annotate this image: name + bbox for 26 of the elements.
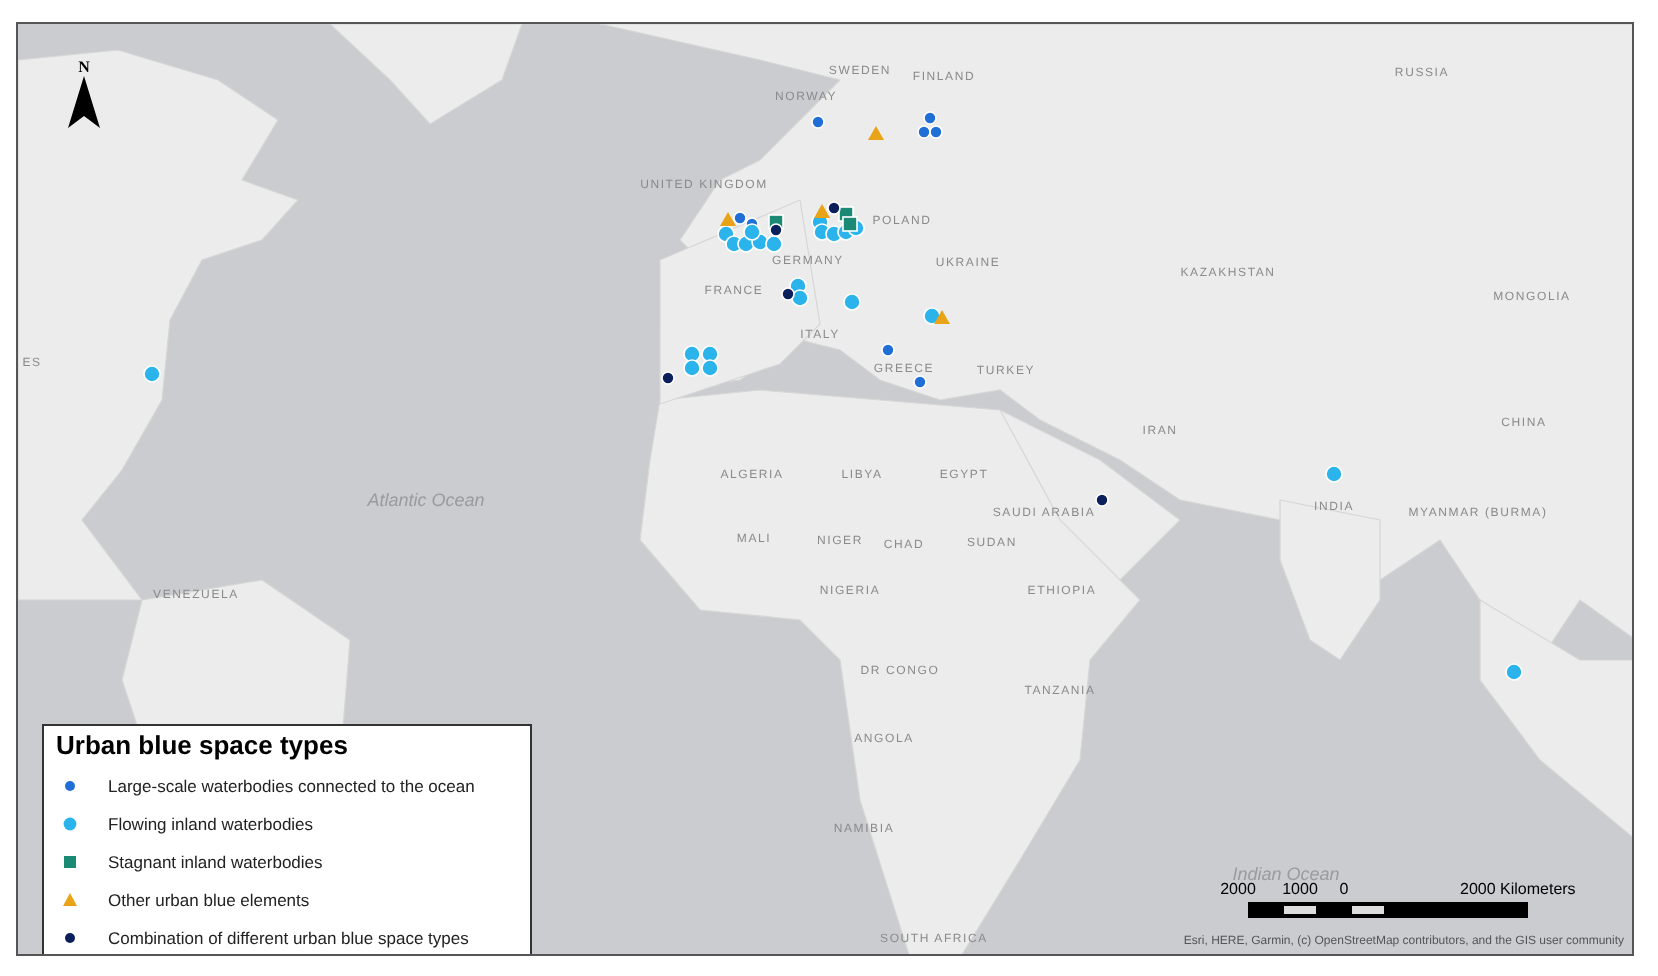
- site-marker: [843, 293, 861, 311]
- legend-label: Combination of different urban blue space types: [108, 927, 469, 947]
- legend-label: Stagnant inland waterbodies: [108, 851, 323, 871]
- legend-label: Flowing inland waterbodies: [108, 813, 314, 833]
- legend-label: Large-scale waterbodies connected to the ocean: [108, 775, 475, 795]
- legend-label: Other urban blue elements: [108, 889, 310, 909]
- north-letter: N: [78, 58, 90, 76]
- scale-label: 1000: [1282, 880, 1318, 898]
- site-marker: [881, 343, 895, 357]
- site-marker: [1505, 663, 1523, 681]
- site-marker: [743, 223, 761, 241]
- legend-title: Urban blue space types: [56, 730, 350, 760]
- site-marker: [791, 289, 809, 307]
- site-marker: [143, 365, 161, 383]
- site-marker: [868, 126, 884, 140]
- site-marker: [701, 359, 719, 377]
- scale-label: 2000 Kilometers: [1460, 880, 1576, 898]
- site-marker: [913, 375, 927, 389]
- scale-label: 0: [1339, 880, 1349, 898]
- north-arrow-icon: [68, 76, 100, 128]
- site-marker: [1095, 493, 1109, 507]
- scale-label: 2000: [1220, 880, 1256, 898]
- site-marker: [1325, 465, 1343, 483]
- site-marker: [661, 371, 675, 385]
- site-marker: [811, 115, 825, 129]
- site-marker: [683, 359, 701, 377]
